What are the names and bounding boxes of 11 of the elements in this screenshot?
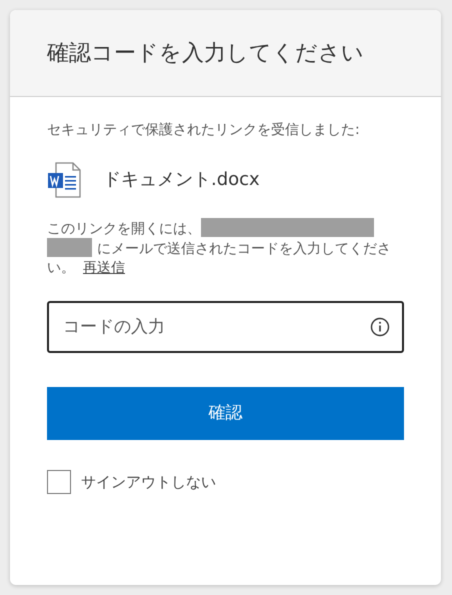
notice-text: セキュリティで保護されたリンクを受信しました: bbox=[47, 121, 361, 140]
file-name: ドキュメント.docx bbox=[103, 168, 260, 192]
confirm-button[interactable]: 確認 bbox=[47, 387, 404, 440]
instruction-text: このリンクを開くには、 にメールで送信されたコードを入力してください。 再送信 bbox=[47, 218, 404, 278]
info-icon[interactable] bbox=[370, 317, 390, 338]
word-document-icon bbox=[47, 162, 81, 198]
resend-link[interactable]: 再送信 bbox=[83, 260, 125, 276]
stay-signed-in-checkbox[interactable] bbox=[47, 470, 71, 494]
code-input-field[interactable]: コードの入力 bbox=[47, 301, 404, 354]
stay-signed-in-label[interactable]: サインアウトしない bbox=[81, 471, 216, 494]
dialog-title: 確認コードを入力してください bbox=[47, 40, 364, 68]
